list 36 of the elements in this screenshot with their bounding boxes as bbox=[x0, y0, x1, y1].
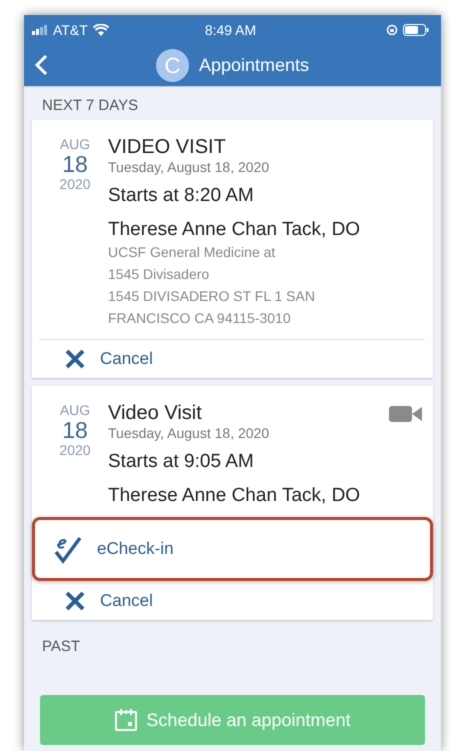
signal-icon bbox=[32, 25, 48, 35]
battery-icon bbox=[403, 24, 429, 36]
checkmark-icon bbox=[53, 534, 83, 564]
close-icon bbox=[64, 348, 86, 370]
date-year: 2020 bbox=[59, 442, 91, 458]
visit-date: Tuesday, August 18, 2020 bbox=[108, 159, 270, 175]
date-year: 2020 bbox=[59, 176, 91, 192]
start-time: Starts at 9:05 AM bbox=[108, 451, 255, 473]
screen-title: Appointments bbox=[198, 55, 310, 76]
date-month: AUG bbox=[60, 402, 90, 418]
section-heading: PAST bbox=[41, 637, 82, 657]
start-time: Starts at 8:20 AM bbox=[108, 185, 255, 207]
avatar: C bbox=[156, 49, 189, 82]
provider-name: Therese Anne Chan Tack, DO bbox=[108, 485, 362, 507]
date-month: AUG bbox=[60, 136, 90, 152]
provider-name: Therese Anne Chan Tack, DO bbox=[108, 219, 362, 241]
wifi-icon bbox=[92, 24, 109, 36]
location-line: 1545 Divisadero bbox=[108, 265, 210, 284]
cancel-button[interactable]: Cancel bbox=[40, 581, 425, 620]
clock-time: 8:49 AM bbox=[204, 22, 256, 38]
location-line: 1545 DIVISADERO ST FL 1 SAN bbox=[108, 287, 316, 306]
back-icon[interactable] bbox=[34, 54, 48, 76]
carrier: AT&T bbox=[53, 22, 88, 38]
visit-date: Tuesday, August 18, 2020 bbox=[108, 425, 270, 441]
location-line: FRANCISCO CA 94115-3010 bbox=[108, 309, 292, 328]
echeck-in-button[interactable]: eCheck-in bbox=[32, 517, 433, 581]
visit-title: VIDEO VISIT bbox=[108, 136, 226, 159]
rotation-lock-icon bbox=[386, 24, 398, 36]
visit-title: Video Visit bbox=[108, 402, 202, 425]
section-heading: NEXT 7 DAYS bbox=[41, 96, 140, 116]
cancel-button[interactable]: Cancel bbox=[40, 339, 425, 378]
date-day: 18 bbox=[62, 152, 88, 176]
close-icon bbox=[64, 590, 86, 612]
date-day: 18 bbox=[62, 418, 88, 442]
calendar-icon bbox=[114, 708, 138, 732]
location-line: UCSF General Medicine at bbox=[108, 243, 276, 262]
